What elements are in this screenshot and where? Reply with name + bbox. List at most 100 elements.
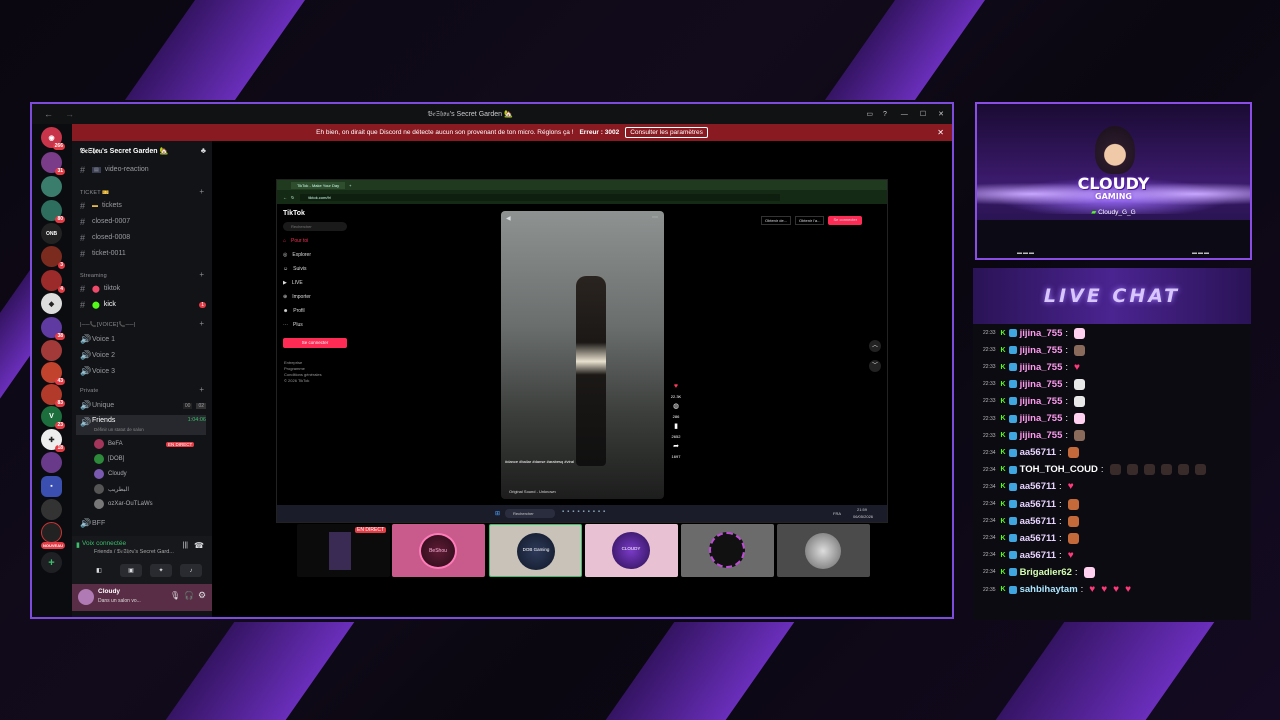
channel-video-reaction[interactable]: # ▤ video-reaction <box>80 163 206 176</box>
channel-unique[interactable]: 🔊 Unique 00 02 <box>80 399 206 412</box>
comment-icon[interactable]: ◍ <box>669 400 683 414</box>
user-status[interactable]: Dans un salon vo... <box>98 598 141 604</box>
taskbar-search[interactable]: Rechercher <box>505 509 555 518</box>
participant-thumb[interactable]: DOB Gaming <box>489 524 582 577</box>
server-icon[interactable] <box>41 499 62 520</box>
add-channel-icon[interactable]: + <box>199 319 204 328</box>
chat-username[interactable]: aa56711 <box>1020 533 1056 544</box>
voice-user[interactable]: BeFA EN DIRECT <box>94 439 195 449</box>
chat-username[interactable]: jijina_755 <box>1020 413 1063 424</box>
nav-following[interactable]: ☺ Suivis <box>283 266 306 272</box>
back-arrow-icon[interactable]: ← <box>283 195 287 200</box>
more-options-icon[interactable]: ⋯ <box>652 214 658 221</box>
get-app-button[interactable]: Obtenir de... <box>761 216 792 225</box>
close-icon[interactable]: ✕ <box>938 110 944 118</box>
like-icon[interactable]: ♥ <box>669 380 683 394</box>
microphone-icon[interactable]: 🎙 <box>170 591 180 600</box>
category-private[interactable]: Private <box>80 388 99 394</box>
channel-tickets[interactable]: # ▬ tickets <box>80 199 206 212</box>
channel-closed-0007[interactable]: # closed-0007 <box>80 215 206 228</box>
channel-closed-0008[interactable]: # closed-0008 <box>80 231 206 244</box>
participant-thumb[interactable]: BeShou <box>392 524 485 577</box>
tiktok-video[interactable]: #dance #bailar #danse #arabesq #viral Or… <box>501 211 664 499</box>
server-icon[interactable]: 38 <box>41 317 65 340</box>
add-channel-icon[interactable]: + <box>199 270 204 279</box>
top-login-button[interactable]: Se connecter <box>828 216 863 225</box>
new-server-icon[interactable]: NOUVEAU <box>40 522 65 549</box>
category-voice[interactable]: |──📞[VOICE]📞──| <box>80 322 135 328</box>
noise-suppression-icon[interactable]: ||| <box>183 542 188 549</box>
settings-icon[interactable]: ⚙ <box>198 590 206 601</box>
taskbar-apps-icon[interactable]: ▪▪▪▪▪▪▪▪▪ <box>562 509 608 515</box>
participant-thumb[interactable] <box>681 524 774 577</box>
chat-username[interactable]: jijina_755 <box>1020 362 1063 373</box>
add-server-icon[interactable]: + <box>41 552 62 573</box>
activities-icon[interactable]: ✦ <box>150 564 172 577</box>
nav-live[interactable]: ▶ LIVE <box>283 280 303 286</box>
voice-location[interactable]: Friends / 𝔅𝔢𝔖𝔥𝔬𝔲's Secret Gard... <box>94 549 174 556</box>
chat-username[interactable]: aa56711 <box>1020 481 1056 492</box>
voice-status[interactable]: Voix connectée <box>82 540 126 547</box>
server-icon[interactable]: 83 <box>41 384 65 407</box>
chat-username[interactable]: sahbihaytam <box>1020 584 1078 595</box>
search-input[interactable]: Rechercher <box>283 222 347 231</box>
participant-stream-thumb[interactable]: EN DIRECT <box>297 524 390 577</box>
server-icon[interactable]: ◆ <box>41 293 62 314</box>
voice-user[interactable]: ozXar-OuTLaWs <box>94 499 153 509</box>
browser-tab[interactable]: TikTok - Make Your Day <box>291 181 346 189</box>
server-icon[interactable]: 3 <box>41 246 65 269</box>
back-arrow-icon[interactable]: ← <box>44 109 53 119</box>
taskbar-clock[interactable]: 21:59 <box>857 507 867 512</box>
tiktok-logo[interactable]: TikTok <box>283 210 305 217</box>
forward-arrow-icon[interactable]: → <box>65 109 74 119</box>
login-button[interactable]: Se connecter <box>283 338 347 348</box>
effects-icon[interactable]: ♪ <box>180 564 202 577</box>
nav-more[interactable]: ⋯ Plus <box>283 322 303 328</box>
chat-username[interactable]: Brigadier62 <box>1020 567 1072 578</box>
category-ticket[interactable]: TICKET 🎫 <box>80 190 109 196</box>
channel-bff[interactable]: 🔊 BFF <box>80 517 206 530</box>
chat-username[interactable]: aa56711 <box>1020 550 1056 561</box>
taskbar-date[interactable]: 06/05/2026 <box>853 514 873 519</box>
chat-username[interactable]: jijina_755 <box>1020 379 1063 390</box>
disconnect-icon[interactable]: ☎ <box>194 541 204 550</box>
avatar[interactable] <box>78 589 94 605</box>
inbox-icon[interactable]: ▭ <box>866 110 873 118</box>
reload-icon[interactable]: ↻ <box>291 195 294 200</box>
nav-profile[interactable]: ☻ Profil <box>283 308 305 314</box>
chat-username[interactable]: jijina_755 <box>1020 328 1063 339</box>
channel-kick[interactable]: # ⬤ kick 1 <box>80 298 206 311</box>
participant-thumb[interactable] <box>777 524 870 577</box>
url-input[interactable]: tiktok.com/fr/ <box>300 193 781 201</box>
maximize-icon[interactable]: ☐ <box>920 110 926 118</box>
server-icon[interactable]: 80 <box>41 200 65 223</box>
volume-icon[interactable]: ◀ <box>506 215 511 222</box>
banner-settings-button[interactable]: Consulter les paramètres <box>625 127 708 138</box>
video-hashtags[interactable]: #dance #bailar #danse #arabesq #viral <box>505 459 574 464</box>
nav-upload[interactable]: ⊕ Importer <box>283 294 311 300</box>
channel-friends[interactable]: 🔊 Friends 1:04:06 <box>76 415 206 435</box>
signal-icon[interactable]: ▮ <box>76 541 80 549</box>
chat-username[interactable]: jijina_755 <box>1020 345 1063 356</box>
server-icon[interactable] <box>41 340 62 361</box>
screen-share-icon[interactable]: ▣ <box>120 564 142 577</box>
help-icon[interactable]: ? <box>883 111 887 118</box>
share-icon[interactable]: ➦ <box>669 440 683 454</box>
video-sound[interactable]: Original Sound - Unknown <box>509 489 556 494</box>
channel-voice-1[interactable]: 🔊 Voice 1 <box>80 333 206 346</box>
bookmark-icon[interactable]: ▮ <box>669 420 683 434</box>
minimize-icon[interactable]: — <box>901 111 908 118</box>
start-icon[interactable]: ⊞ <box>495 510 500 517</box>
server-icon[interactable]: V 23 <box>41 406 65 429</box>
chat-username[interactable]: aa56711 <box>1020 447 1056 458</box>
discord-home-icon[interactable]: ◉ 266 <box>41 127 65 150</box>
add-member-icon[interactable]: ♣ <box>201 146 206 155</box>
server-icon[interactable]: ONB <box>41 223 62 244</box>
voice-user[interactable]: البطريب <box>94 484 129 494</box>
chat-username[interactable]: jijina_755 <box>1020 430 1063 441</box>
category-streaming[interactable]: Streaming <box>80 273 107 279</box>
channel-status[interactable]: Définir un statut de salon <box>94 427 144 432</box>
voice-user[interactable]: Cloudy <box>94 469 127 479</box>
channel-voice-3[interactable]: 🔊 Voice 3 <box>80 365 206 378</box>
chat-username[interactable]: aa56711 <box>1020 516 1056 527</box>
